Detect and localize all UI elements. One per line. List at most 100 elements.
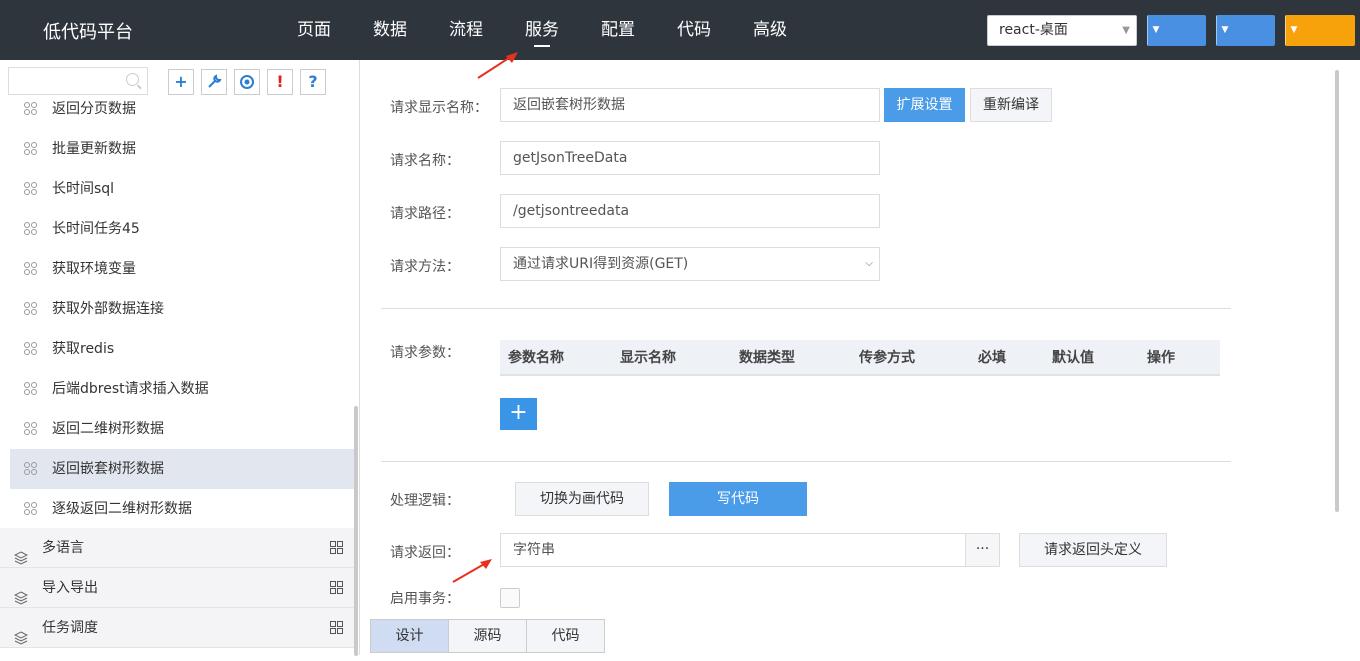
tree-item[interactable]: 返回分页数据	[10, 100, 355, 129]
grid-icon[interactable]	[330, 621, 344, 635]
tree-item[interactable]: 逐级返回二维树形数据	[10, 489, 355, 529]
node-icon	[24, 182, 38, 196]
method-select[interactable]: 通过请求URI得到资源(GET) ⌵	[500, 247, 880, 281]
node-icon	[24, 262, 38, 276]
help-icon[interactable]: ?	[300, 69, 326, 95]
tree-item-label: 返回二维树形数据	[52, 421, 164, 437]
wrench-icon[interactable]	[201, 69, 227, 95]
tree-item-label: 返回嵌套树形数据	[52, 461, 164, 477]
alert-icon[interactable]: !	[267, 69, 293, 95]
extend-settings-button[interactable]: 扩展设置	[884, 88, 965, 122]
tree-item-label: 逐级返回二维树形数据	[52, 501, 192, 517]
preview-dropdown-icon[interactable]: ▼	[1216, 15, 1233, 46]
target-icon[interactable]	[234, 69, 260, 95]
layers-icon	[13, 581, 29, 605]
grid-icon[interactable]	[330, 581, 344, 595]
node-icon	[24, 302, 38, 316]
col-display-name: 显示名称	[620, 350, 676, 366]
transaction-label: 启用事务：	[390, 591, 460, 607]
tree-item[interactable]: 获取环境变量	[10, 249, 355, 289]
divider	[381, 308, 1231, 309]
nav-advanced[interactable]: 高级	[732, 0, 808, 60]
publish-button-group: 发布 ▼	[1285, 15, 1355, 46]
project-select-value: react-桌面	[999, 22, 1068, 38]
bottom-tabs: 设计 源码 代码	[370, 619, 605, 653]
node-icon	[24, 222, 38, 236]
more-options-button[interactable]: ···	[965, 533, 1000, 567]
annotation-arrow-icon	[477, 52, 518, 79]
name-input[interactable]: getJsonTreeData	[500, 141, 880, 175]
params-label: 请求参数：	[390, 345, 460, 361]
recompile-button[interactable]: 重新编译	[970, 88, 1052, 122]
save-dropdown-icon[interactable]: ▼	[1147, 15, 1164, 46]
tree-item[interactable]: 长时间sql	[10, 169, 355, 209]
node-icon	[24, 142, 38, 156]
nav-code[interactable]: 代码	[656, 0, 732, 60]
return-header-button[interactable]: 请求返回头定义	[1019, 533, 1167, 567]
group-label: 任务调度	[42, 620, 98, 636]
params-table-header: 参数名称 显示名称 数据类型 传参方式 必填 默认值 操作	[500, 340, 1220, 376]
node-icon	[24, 102, 38, 116]
tree-item-label: 后端dbrest请求插入数据	[52, 381, 209, 397]
col-param-name: 参数名称	[508, 350, 564, 366]
path-input[interactable]: /getjsontreedata	[500, 194, 880, 228]
switch-to-draw-code-button[interactable]: 切换为画代码	[515, 482, 649, 516]
tree-item[interactable]: 返回二维树形数据	[10, 409, 355, 449]
main-nav: 页面 数据 流程 服务 配置 代码 高级	[276, 0, 808, 60]
nav-config[interactable]: 配置	[580, 0, 656, 60]
method-label: 请求方法：	[390, 259, 460, 275]
publish-dropdown-icon[interactable]: ▼	[1285, 15, 1302, 46]
divider	[381, 461, 1231, 462]
add-icon[interactable]: +	[168, 69, 194, 95]
group-import-export[interactable]: 导入导出	[0, 568, 356, 608]
tree-item[interactable]: 长时间任务45	[10, 209, 355, 249]
tree-item[interactable]: 获取redis	[10, 329, 355, 369]
add-param-button[interactable]: +	[500, 398, 537, 430]
preview-button-group: 预览 ▼	[1216, 15, 1275, 46]
node-icon	[24, 422, 38, 436]
group-i18n[interactable]: 多语言	[0, 528, 356, 568]
col-action: 操作	[1147, 350, 1175, 366]
tree-item-label: 返回分页数据	[52, 101, 136, 117]
transaction-checkbox[interactable]	[500, 588, 520, 608]
service-tree: 返回分页数据 批量更新数据 长时间sql 长时间任务45 获取环境变量 获取外部…	[0, 100, 356, 588]
tree-item[interactable]: 后端dbrest请求插入数据	[10, 369, 355, 409]
display-name-input[interactable]: 返回嵌套树形数据	[500, 88, 880, 122]
grid-icon[interactable]	[330, 541, 344, 555]
tree-item-selected[interactable]: 返回嵌套树形数据	[10, 449, 355, 489]
sidebar: + ! ? 返回分页数据 批量更新数据 长时间sql 长时间任务45 获取环境变…	[0, 60, 360, 656]
service-editor: 请求显示名称： 返回嵌套树形数据 扩展设置 重新编译 请求名称： getJson…	[361, 60, 1360, 655]
tab-code[interactable]: 代码	[526, 619, 605, 653]
search-input[interactable]	[8, 67, 148, 95]
tab-source[interactable]: 源码	[448, 619, 527, 653]
top-header: 低代码平台 页面 数据 流程 服务 配置 代码 高级 react-桌面 ▼ 保存…	[0, 0, 1360, 60]
col-required: 必填	[978, 350, 1006, 366]
method-select-value: 通过请求URI得到资源(GET)	[513, 256, 689, 272]
tree-item[interactable]: 获取外部数据连接	[10, 289, 355, 329]
path-label: 请求路径：	[390, 206, 460, 222]
layers-icon	[13, 541, 29, 565]
logic-label: 处理逻辑：	[390, 493, 460, 509]
sidebar-scrollbar[interactable]	[354, 406, 358, 656]
group-task-schedule[interactable]: 任务调度	[0, 608, 356, 648]
return-type-input[interactable]: 字符串	[500, 533, 966, 567]
display-name-label: 请求显示名称：	[390, 100, 488, 116]
nav-data[interactable]: 数据	[352, 0, 428, 60]
annotation-arrow-icon	[452, 559, 492, 583]
nav-page[interactable]: 页面	[276, 0, 352, 60]
write-code-button[interactable]: 写代码	[669, 482, 807, 516]
tree-item-label: 批量更新数据	[52, 141, 136, 157]
brand-title: 低代码平台	[43, 22, 133, 43]
main-scrollbar[interactable]	[1335, 70, 1339, 512]
tree-item-label: 获取redis	[52, 341, 115, 357]
tree-item-label: 长时间sql	[52, 181, 115, 197]
chevron-down-icon: ⌵	[865, 258, 873, 269]
group-label: 导入导出	[42, 580, 98, 596]
col-default: 默认值	[1052, 350, 1094, 366]
tab-design[interactable]: 设计	[370, 619, 449, 653]
tree-item-label: 获取环境变量	[52, 261, 136, 277]
node-icon	[24, 382, 38, 396]
tree-item[interactable]: 批量更新数据	[10, 129, 355, 169]
col-pass-mode: 传参方式	[859, 350, 915, 366]
project-select[interactable]: react-桌面 ▼	[987, 15, 1137, 46]
